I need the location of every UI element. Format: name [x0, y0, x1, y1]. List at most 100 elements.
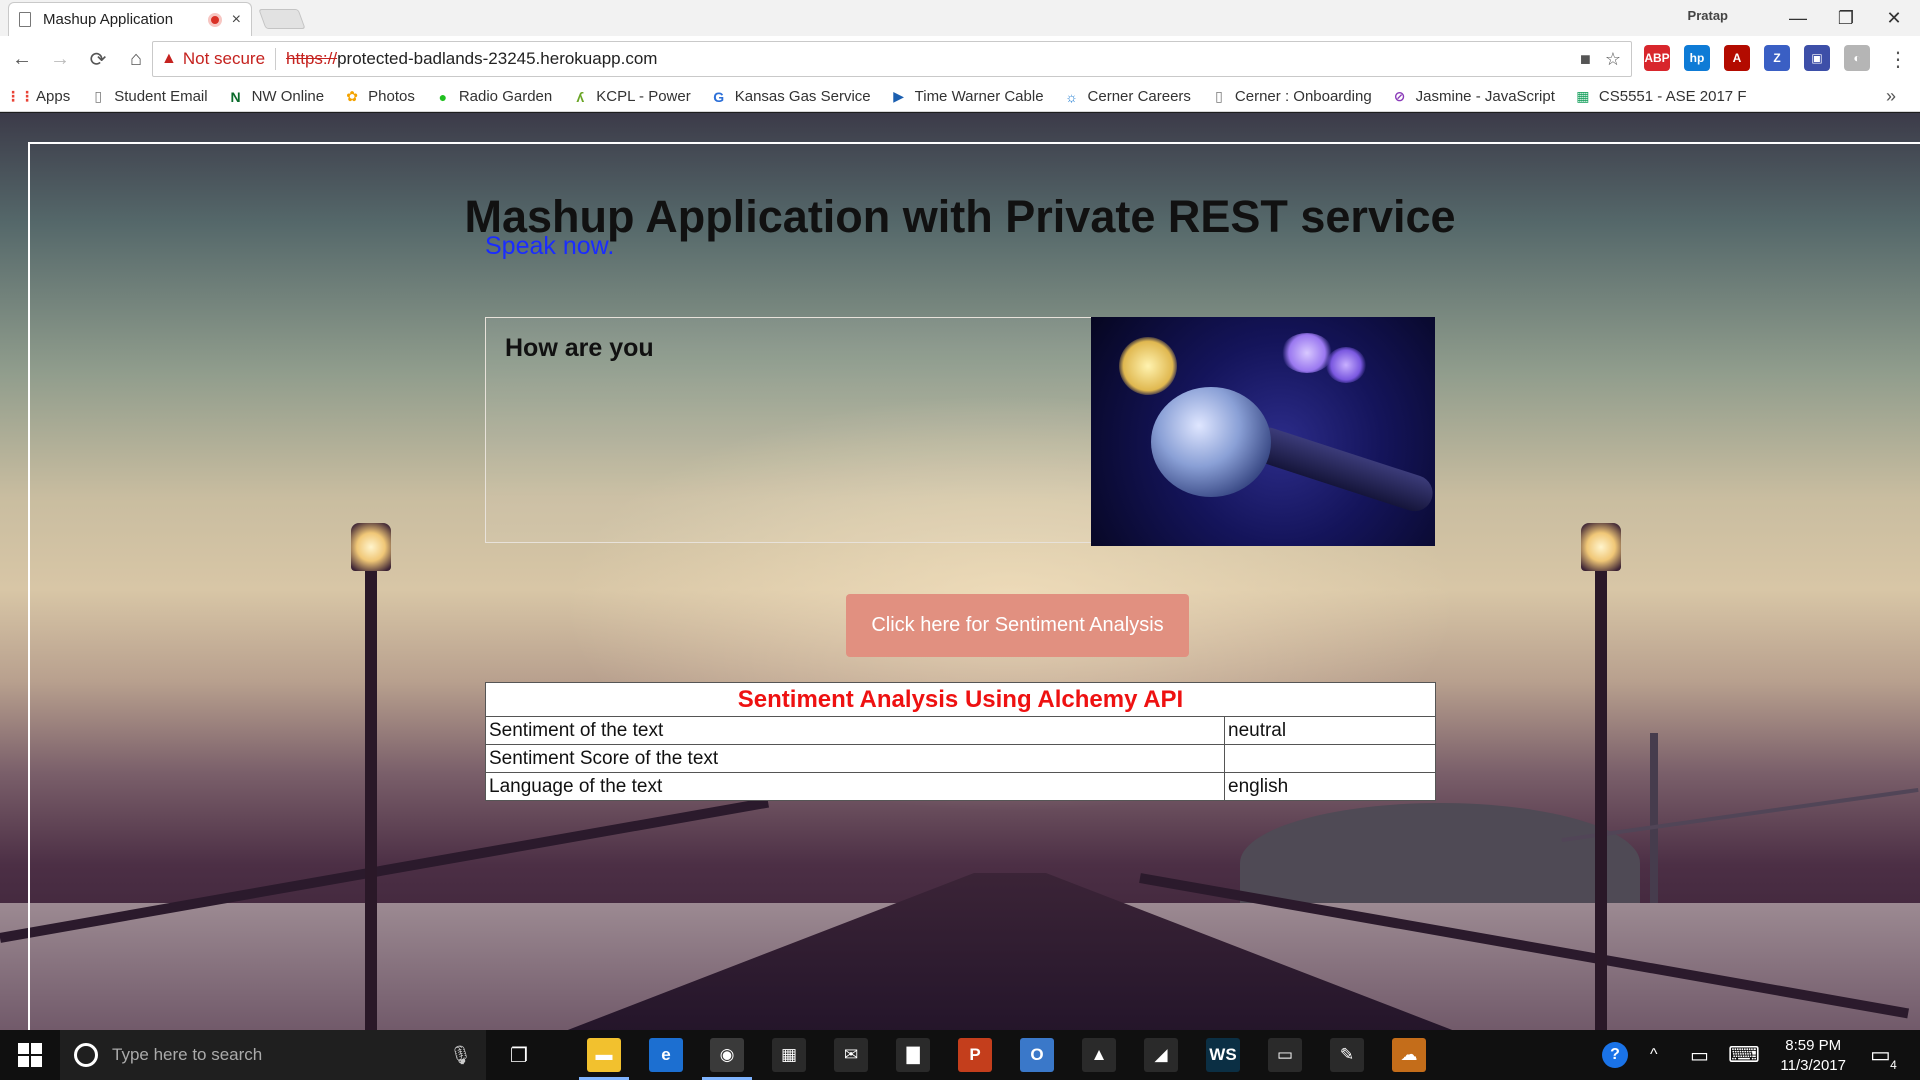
row-value: neutral [1224, 716, 1436, 745]
profile-name[interactable]: Pratap [1688, 8, 1728, 23]
bookmark-item[interactable]: ⋮⋮ Apps [6, 88, 71, 105]
edge-icon[interactable]: e [649, 1038, 683, 1072]
microphone-icon[interactable]: 🎙 [449, 1045, 472, 1066]
task-view-icon[interactable]: ❐ [502, 1038, 536, 1072]
bookmark-item[interactable]: ʎ KCPL - Power [572, 88, 690, 105]
page-viewport: Mashup Application with Private REST ser… [0, 113, 1920, 1030]
webstorm-icon[interactable]: WS [1206, 1038, 1240, 1072]
sentiment-table: Sentiment Analysis Using Alchemy API Sen… [485, 682, 1436, 801]
sentiment-analysis-button[interactable]: Click here for Sentiment Analysis [846, 594, 1189, 657]
chrome-icon[interactable]: ◉ [710, 1038, 744, 1072]
clock-time: 8:59 PM [1785, 1037, 1842, 1054]
bookmark-label: Student Email [114, 88, 208, 105]
bookmark-item[interactable]: ● Radio Garden [435, 88, 553, 105]
bookmark-label: CS5551 - ASE 2017 F [1598, 88, 1747, 105]
hp-extension-icon[interactable]: hp [1684, 45, 1710, 71]
microphone-image[interactable] [1091, 317, 1435, 546]
bookmark-label: NW Online [251, 88, 325, 105]
bookmark-item[interactable]: ▦ CS5551 - ASE 2017 F [1575, 88, 1747, 105]
zotero-extension-icon[interactable]: Z [1764, 45, 1790, 71]
table-row: Language of the text english [485, 772, 1436, 801]
keyboard-icon[interactable]: ⌨ [1728, 1030, 1760, 1080]
warning-icon: ▲ [161, 50, 177, 67]
bookmark-label: Cerner : Onboarding [1234, 88, 1372, 105]
bokeh-light [1119, 337, 1177, 395]
bookmark-label: Apps [36, 88, 71, 105]
tray-chevron-icon[interactable]: ^ [1650, 1030, 1658, 1080]
google-icon: G [713, 88, 725, 105]
new-tab-button[interactable] [258, 9, 306, 29]
store-icon[interactable]: ▦ [772, 1038, 806, 1072]
table-row: Sentiment Score of the text [485, 744, 1436, 773]
restore-button[interactable]: ❐ [1826, 4, 1866, 32]
row-value [1224, 744, 1436, 773]
address-bar[interactable]: ▲ Not secure https:// protected-badlands… [152, 41, 1632, 77]
command-prompt-icon[interactable]: ▭ [1268, 1038, 1302, 1072]
notes-icon[interactable]: ◢ [1144, 1038, 1178, 1072]
taskbar-search[interactable]: Type here to search 🎙 [60, 1030, 486, 1080]
security-label[interactable]: Not secure [183, 49, 265, 69]
table-caption: Sentiment Analysis Using Alchemy API [485, 682, 1436, 717]
page-title: Mashup Application with Private REST ser… [464, 191, 1456, 242]
acrobat-extension-icon[interactable]: A [1724, 45, 1750, 71]
mail-icon[interactable]: ✉ [834, 1038, 868, 1072]
battery-icon[interactable]: ▭ [1690, 1030, 1709, 1080]
back-button[interactable]: ← [6, 43, 38, 75]
page-icon: ▯ [1215, 88, 1223, 104]
bookmark-item[interactable]: ▶ Time Warner Cable [891, 88, 1043, 105]
bookmark-item[interactable]: ✿ Photos [344, 88, 415, 105]
onedrive-icon[interactable]: ☁ [1392, 1038, 1426, 1072]
bookmark-item[interactable]: G Kansas Gas Service [711, 88, 870, 105]
menu-icon[interactable]: ⋮ [1882, 43, 1914, 75]
outlook-icon[interactable]: O [1020, 1038, 1054, 1072]
extension-grey-extension-icon[interactable]: ◐ [1844, 45, 1870, 71]
bookmark-label: KCPL - Power [596, 88, 691, 105]
row-label: Sentiment Score of the text [485, 744, 1225, 773]
home-button[interactable]: ⌂ [120, 43, 152, 75]
sticky-notes-icon[interactable]: ▇ [896, 1038, 930, 1072]
help-icon[interactable]: ? [1602, 1030, 1628, 1080]
cerner-icon: ☼ [1065, 88, 1078, 105]
transcript-textarea[interactable]: How are you [485, 317, 1092, 543]
windows-icon [18, 1043, 42, 1067]
start-button[interactable] [0, 1030, 60, 1080]
kcpl-icon: ʎ [576, 88, 585, 105]
taskbar: Type here to search 🎙 ❐ ▬ e ◉ ▦ ✉ ▇ P O ▲ ◢ WS ▭ ✎ ☁ … [0, 1030, 1920, 1080]
bookmark-label: Cerner Careers [1087, 88, 1191, 105]
camera-icon[interactable]: ■ [1580, 49, 1591, 70]
address-separator [275, 48, 277, 70]
bookmark-item[interactable]: N NW Online [228, 88, 325, 105]
file-explorer-icon[interactable]: ▬ [587, 1038, 621, 1072]
clock-date: 11/3/2017 [1780, 1057, 1846, 1074]
bookmark-item[interactable]: ⊘ Jasmine - JavaScript [1392, 88, 1555, 105]
bookmark-item[interactable]: ▯ Cerner : Onboarding [1211, 88, 1372, 105]
forward-button[interactable]: → [44, 43, 76, 75]
nw-icon: N [230, 88, 241, 105]
row-value: english [1224, 772, 1436, 801]
system-clock[interactable]: 8:59 PM 11/3/2017 [1780, 1036, 1846, 1076]
row-label: Sentiment of the text [485, 716, 1225, 745]
paint-icon[interactable]: ✎ [1330, 1038, 1364, 1072]
bookmarks-overflow-icon[interactable]: » [1886, 86, 1896, 107]
bookmark-label: Photos [368, 88, 415, 105]
adblock-plus-extension-icon[interactable]: ABP [1644, 45, 1670, 71]
action-center-icon[interactable]: ▭ 4 [1870, 1030, 1897, 1080]
bookmarks-bar: ⋮⋮ Apps ▯ Student Email N NW Online ✿ Photos ● Ra… [0, 82, 1920, 112]
tab-close-icon[interactable]: × [232, 11, 241, 29]
speak-prompt: Speak now. [485, 232, 615, 260]
extension-extension-icon[interactable]: ▣ [1804, 45, 1830, 71]
reload-button[interactable]: ⟳ [82, 43, 114, 75]
minimize-button[interactable]: — [1778, 4, 1818, 32]
window-close-button[interactable]: ✕ [1874, 4, 1914, 32]
search-placeholder: Type here to search [112, 1045, 263, 1064]
powerpoint-icon[interactable]: P [958, 1038, 992, 1072]
url-host: protected-badlands-23245.herokuapp.com [337, 49, 658, 68]
excel-app-icon[interactable]: ▲ [1082, 1038, 1116, 1072]
browser-toolbar: ← → ⟳ ⌂ ▲ Not secure https:// protected-… [0, 36, 1920, 82]
bookmark-item[interactable]: ☼ Cerner Careers [1064, 88, 1191, 105]
bookmark-item[interactable]: ▯ Student Email [90, 88, 207, 105]
bookmark-label: Jasmine - JavaScript [1415, 88, 1555, 105]
bookmark-star-icon[interactable]: ☆ [1605, 49, 1621, 70]
radio-icon: ● [438, 88, 448, 105]
browser-tab[interactable]: Mashup Application × [8, 2, 252, 36]
